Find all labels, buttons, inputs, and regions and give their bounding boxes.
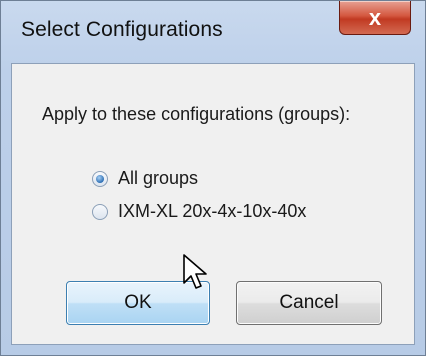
- radio-label-all-groups: All groups: [118, 168, 199, 188]
- radio-option-ixm-xl[interactable]: IXM-XL 20x-4x-10x-40x: [92, 201, 306, 222]
- radio-button-selected[interactable]: [92, 170, 108, 187]
- close-button[interactable]: x: [339, 1, 411, 35]
- dialog-content: Apply to these configurations (groups): …: [11, 63, 415, 345]
- radio-label-ixm-xl: IXM-XL 20x-4x-10x-40x: [118, 201, 307, 221]
- cancel-button[interactable]: Cancel: [236, 281, 382, 325]
- radio-option-all-groups[interactable]: All groups: [92, 168, 198, 189]
- prompt-label: Apply to these configurations (groups):: [42, 104, 351, 124]
- mouse-pointer-icon: [183, 254, 207, 289]
- title-bar[interactable]: Select Configurations x: [1, 1, 425, 63]
- radio-button-unselected[interactable]: [92, 203, 108, 220]
- close-icon: x: [368, 4, 382, 30]
- dialog-window: Select Configurations x Apply to these c…: [0, 0, 426, 356]
- window-title: Select Configurations: [21, 18, 223, 41]
